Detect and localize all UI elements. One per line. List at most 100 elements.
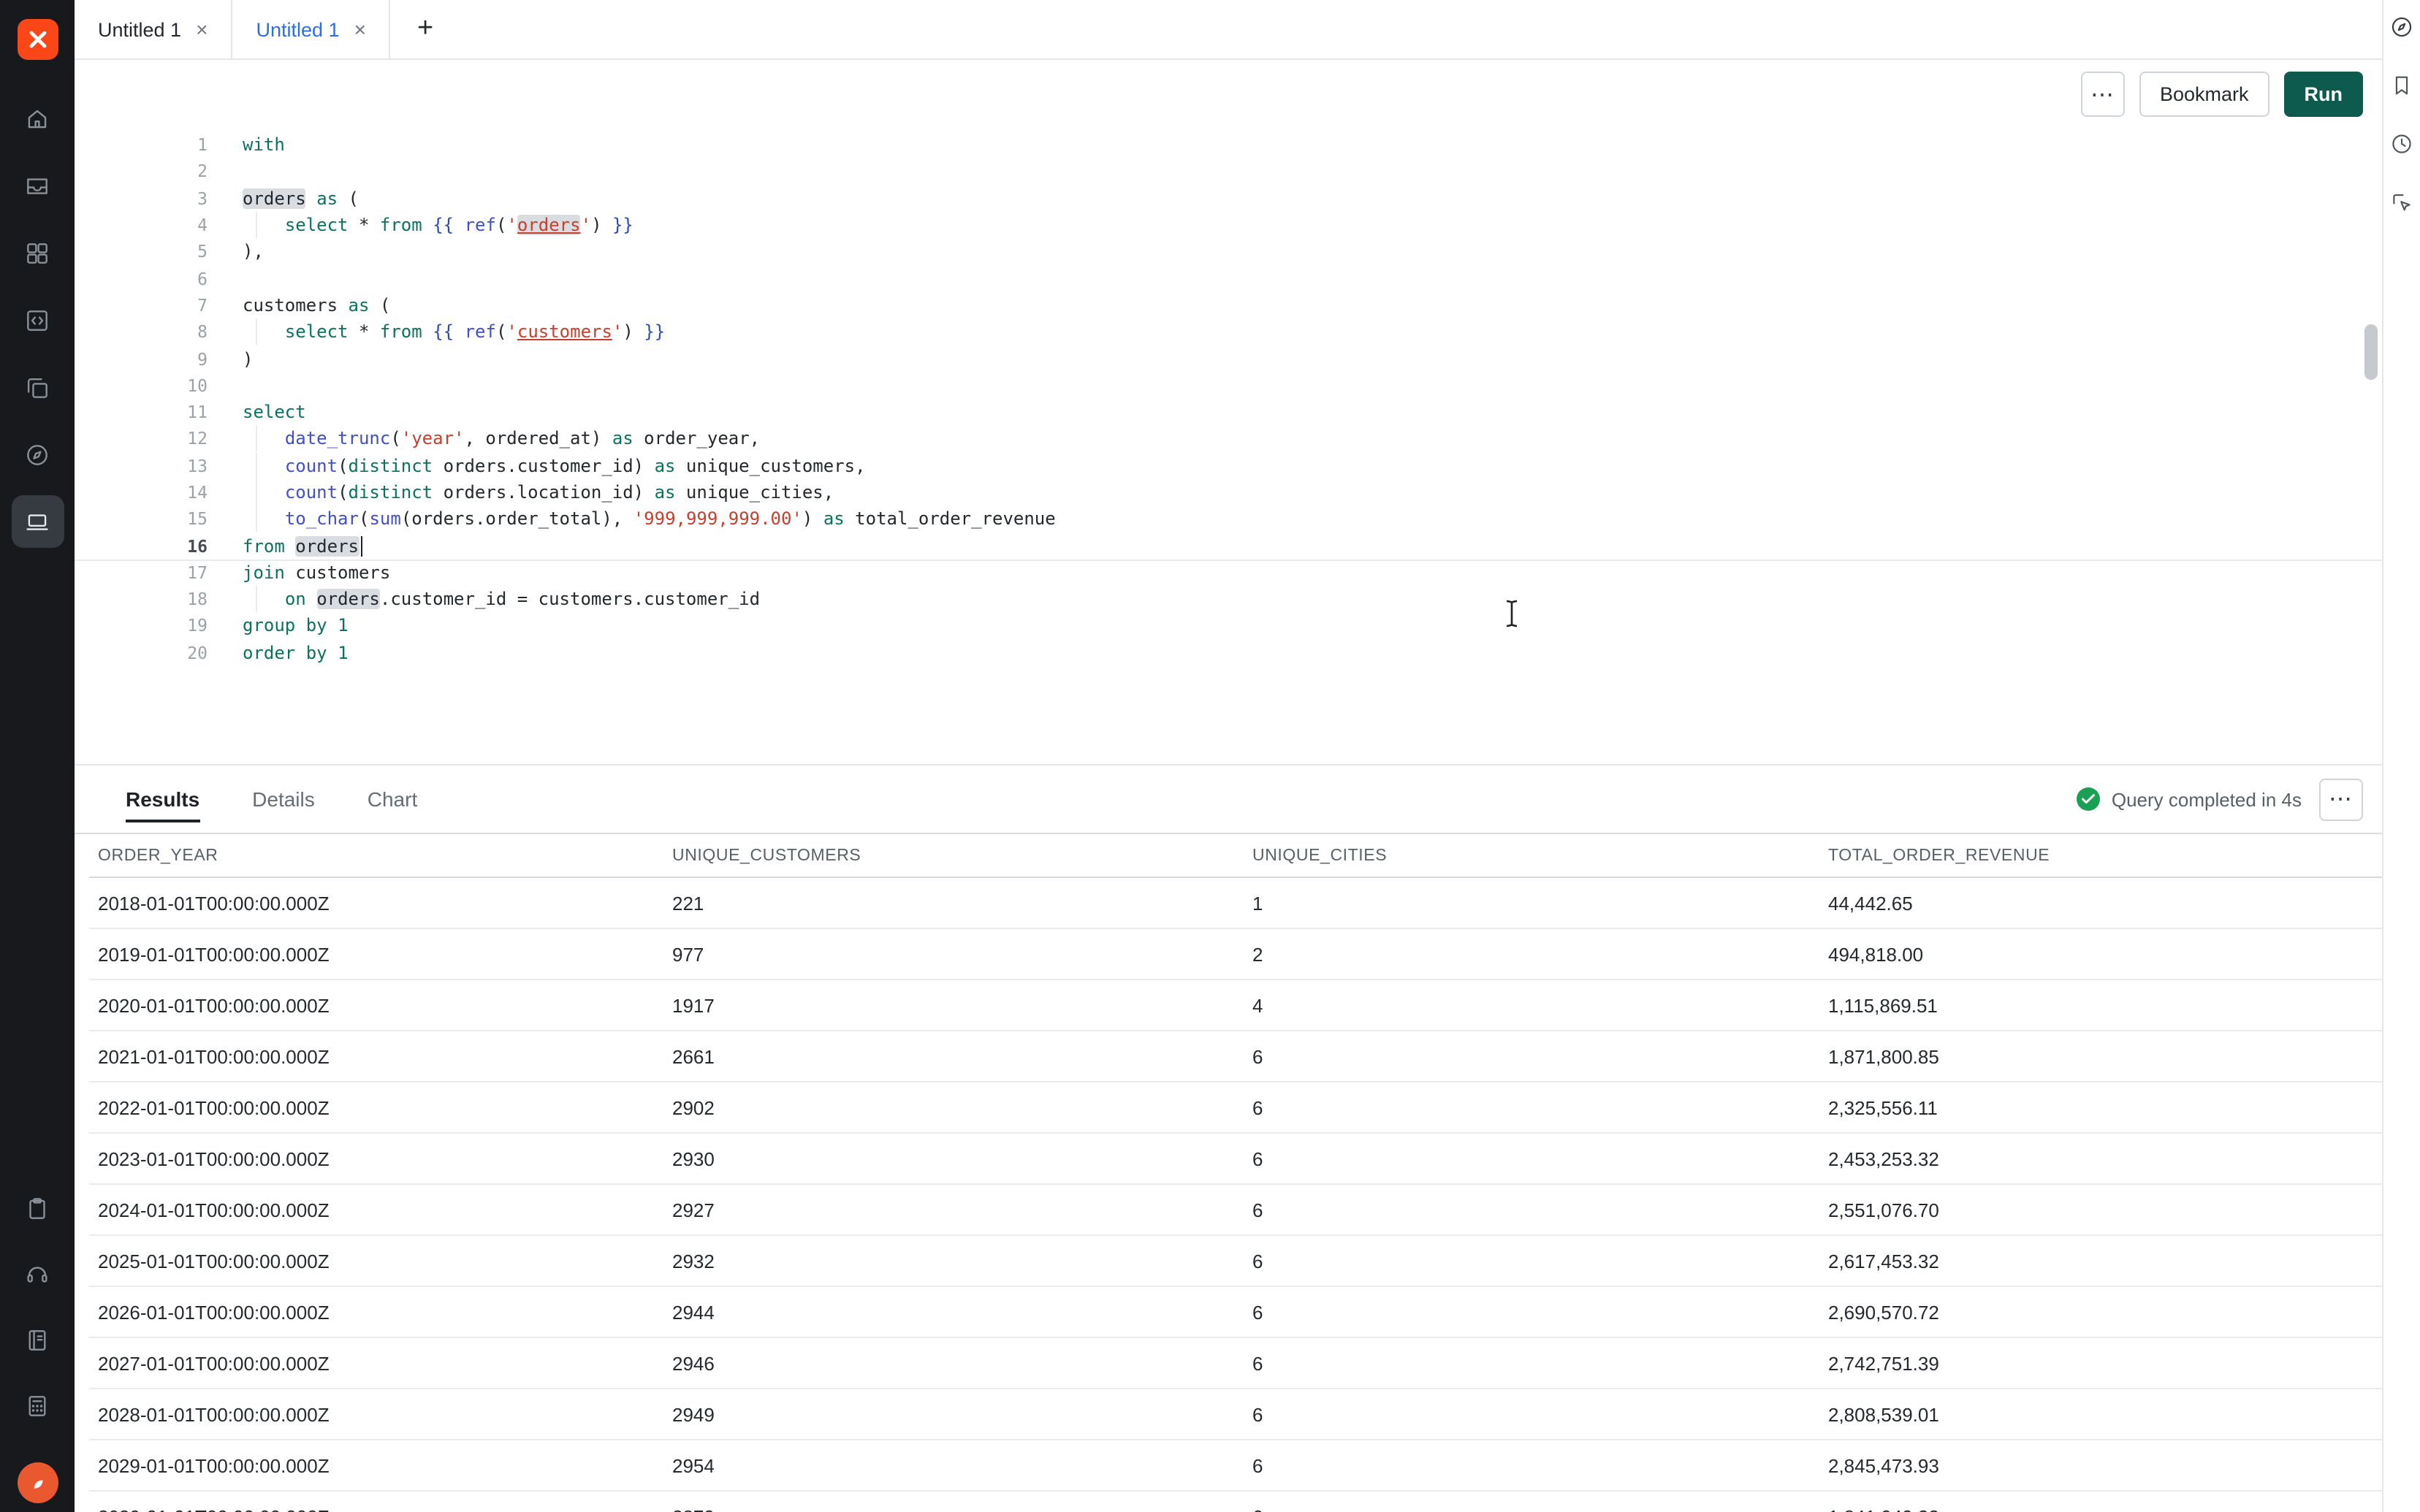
- table-cell: 2,453,253.32: [1819, 1148, 2382, 1169]
- table-cell: 2,808,539.01: [1819, 1403, 2382, 1425]
- editor-scrollbar-thumb[interactable]: [2364, 324, 2378, 380]
- code-line[interactable]: 11select: [75, 399, 2382, 426]
- left-sidebar: [0, 0, 75, 1512]
- code-line[interactable]: 13 count(distinct orders.customer_id) as…: [75, 452, 2382, 479]
- code-line[interactable]: 17join customers: [75, 560, 2382, 587]
- table-cell: 977: [663, 943, 1244, 965]
- results-more-button[interactable]: ⋯: [2319, 778, 2363, 820]
- tab-label: Untitled 1: [256, 18, 339, 40]
- code-line[interactable]: 19group by 1: [75, 613, 2382, 640]
- tab-chart[interactable]: Chart: [368, 765, 417, 833]
- column-header-total-order-revenue[interactable]: TOTAL_ORDER_REVENUE: [1819, 847, 2382, 864]
- line-number: 4: [75, 215, 208, 235]
- calculator-icon[interactable]: [11, 1379, 64, 1432]
- results-panel: Results Details Chart Query completed in…: [75, 764, 2382, 1512]
- line-number: 14: [75, 482, 208, 503]
- code-line[interactable]: 8 select * from {{ ref('customers') }}: [75, 318, 2382, 345]
- code-line[interactable]: 12 date_trunc('year', ordered_at) as ord…: [75, 426, 2382, 453]
- code-line[interactable]: 2: [75, 159, 2382, 186]
- inspect-icon[interactable]: [2389, 188, 2415, 215]
- table-cell: 2023-01-01T00:00:00.000Z: [89, 1148, 663, 1169]
- text-caret: [360, 535, 362, 556]
- code-line[interactable]: 4 select * from {{ ref('orders') }}: [75, 212, 2382, 239]
- table-row[interactable]: 2026-01-01T00:00:00.000Z294462,690,570.7…: [89, 1287, 2382, 1338]
- column-header-unique-cities[interactable]: UNIQUE_CITIES: [1244, 847, 1819, 864]
- table-cell: 6: [1244, 1301, 1819, 1323]
- code-line[interactable]: 15 to_char(sum(orders.order_total), '999…: [75, 505, 2382, 532]
- line-number: 1: [75, 134, 208, 155]
- tab-details[interactable]: Details: [252, 765, 315, 833]
- line-number: 18: [75, 589, 208, 609]
- support-headset-icon[interactable]: [11, 1248, 64, 1300]
- mouse-cursor-ibeam: [1504, 599, 1520, 628]
- sql-editor[interactable]: 1with23orders as (4 select * from {{ ref…: [75, 129, 2382, 764]
- app-logo-icon[interactable]: [17, 19, 58, 60]
- table-row[interactable]: 2021-01-01T00:00:00.000Z266161,871,800.8…: [89, 1031, 2382, 1083]
- code-text: to_char(sum(orders.order_total), '999,99…: [208, 509, 1056, 530]
- code-editor-icon[interactable]: [11, 294, 64, 346]
- table-cell: 1,115,869.51: [1819, 994, 2382, 1016]
- table-row[interactable]: 2027-01-01T00:00:00.000Z294662,742,751.3…: [89, 1338, 2382, 1389]
- table-row[interactable]: 2030-01-01T00:00:00.000Z287961,841,049.3…: [89, 1492, 2382, 1512]
- table-row[interactable]: 2028-01-01T00:00:00.000Z294962,808,539.0…: [89, 1389, 2382, 1440]
- close-tab-icon[interactable]: ×: [354, 19, 366, 39]
- table-row[interactable]: 2029-01-01T00:00:00.000Z295462,845,473.9…: [89, 1440, 2382, 1492]
- code-line[interactable]: 20order by 1: [75, 639, 2382, 666]
- user-avatar[interactable]: [17, 1462, 58, 1503]
- windows-icon[interactable]: [11, 361, 64, 413]
- develop-laptop-icon[interactable]: [11, 495, 64, 548]
- table-cell: 2661: [663, 1045, 1244, 1067]
- close-tab-icon[interactable]: ×: [196, 19, 208, 39]
- table-cell: 2019-01-01T00:00:00.000Z: [89, 943, 663, 965]
- code-line[interactable]: 6: [75, 265, 2382, 292]
- table-row[interactable]: 2024-01-01T00:00:00.000Z292762,551,076.7…: [89, 1185, 2382, 1236]
- line-number: 5: [75, 242, 208, 262]
- new-tab-button[interactable]: +: [391, 0, 460, 58]
- code-line[interactable]: 16from orders: [75, 532, 2382, 560]
- column-header-unique-customers[interactable]: UNIQUE_CUSTOMERS: [663, 847, 1244, 864]
- table-cell: 2: [1244, 943, 1819, 965]
- table-cell: 6: [1244, 1250, 1819, 1272]
- table-row[interactable]: 2022-01-01T00:00:00.000Z290262,325,556.1…: [89, 1083, 2382, 1134]
- bookmark-icon[interactable]: [2389, 72, 2415, 98]
- code-line[interactable]: 9): [75, 345, 2382, 373]
- code-line[interactable]: 5),: [75, 238, 2382, 265]
- line-number: 20: [75, 643, 208, 663]
- code-text: with: [208, 134, 285, 155]
- table-cell: 2902: [663, 1096, 1244, 1118]
- table-row[interactable]: 2018-01-01T00:00:00.000Z221144,442.65: [89, 878, 2382, 929]
- table-row[interactable]: 2019-01-01T00:00:00.000Z9772494,818.00: [89, 929, 2382, 980]
- table-cell: 2879: [663, 1505, 1244, 1512]
- apps-grid-icon[interactable]: [11, 226, 64, 279]
- inbox-icon[interactable]: [11, 159, 64, 212]
- table-row[interactable]: 2020-01-01T00:00:00.000Z191741,115,869.5…: [89, 980, 2382, 1031]
- more-options-button[interactable]: ⋯: [2081, 72, 2125, 117]
- table-cell: 2,690,570.72: [1819, 1301, 2382, 1323]
- run-button[interactable]: Run: [2284, 72, 2364, 117]
- history-icon[interactable]: [2389, 130, 2415, 156]
- clipboard-icon[interactable]: [11, 1182, 64, 1234]
- table-row[interactable]: 2025-01-01T00:00:00.000Z293262,617,453.3…: [89, 1236, 2382, 1287]
- bookmark-button[interactable]: Bookmark: [2139, 72, 2269, 117]
- table-cell: 2944: [663, 1301, 1244, 1323]
- file-tab-2[interactable]: Untitled 1 ×: [232, 0, 390, 58]
- right-rail: [2382, 0, 2420, 1512]
- compass-icon[interactable]: [2389, 13, 2415, 39]
- table-cell: 2028-01-01T00:00:00.000Z: [89, 1403, 663, 1425]
- code-line[interactable]: 3orders as (: [75, 185, 2382, 212]
- notebook-icon[interactable]: [11, 1313, 64, 1366]
- code-line[interactable]: 18 on orders.customer_id = customers.cus…: [75, 586, 2382, 613]
- explore-compass-icon[interactable]: [11, 428, 64, 481]
- home-icon[interactable]: [11, 92, 64, 145]
- table-cell: 44,442.65: [1819, 892, 2382, 914]
- code-line[interactable]: 7customers as (: [75, 292, 2382, 319]
- table-row[interactable]: 2023-01-01T00:00:00.000Z293062,453,253.3…: [89, 1134, 2382, 1185]
- code-line[interactable]: 1with: [75, 131, 2382, 159]
- code-line[interactable]: 14 count(distinct orders.location_id) as…: [75, 479, 2382, 506]
- sidebar-bottom: [11, 1182, 64, 1503]
- tab-results[interactable]: Results: [126, 765, 199, 833]
- file-tab-1[interactable]: Untitled 1 ×: [75, 0, 232, 58]
- table-cell: 1: [1244, 892, 1819, 914]
- column-header-order-year[interactable]: ORDER_YEAR: [89, 847, 663, 864]
- code-line[interactable]: 10: [75, 372, 2382, 399]
